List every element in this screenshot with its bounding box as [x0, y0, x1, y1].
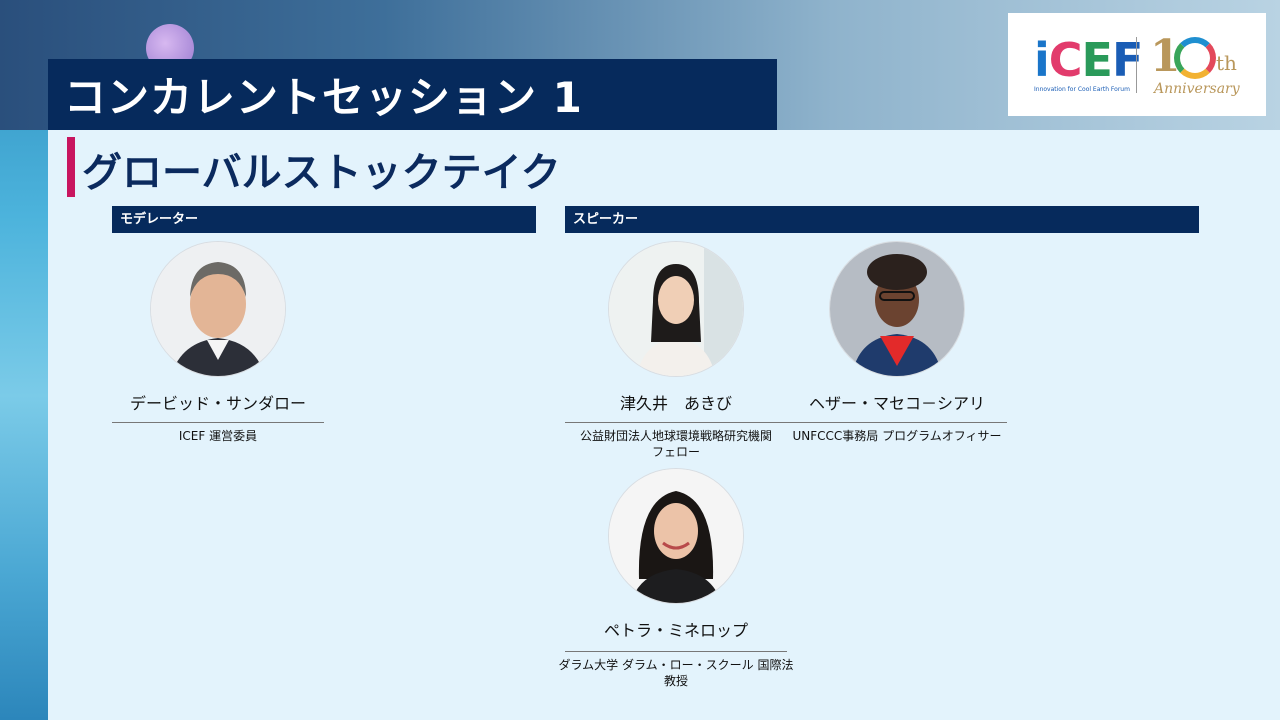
session-title: コンカレントセッション 1	[64, 73, 583, 122]
speaker-photo	[609, 242, 743, 376]
anniversary-ring-icon	[1174, 37, 1216, 79]
moderator-photo	[151, 242, 285, 376]
anniversary-suffix: th	[1216, 51, 1237, 75]
speaker-name: 津久井 あきび	[619, 394, 732, 413]
speaker-name: ペトラ・ミネロップ	[603, 621, 748, 640]
speaker-name: ヘザー・マセコ－シアリ	[808, 394, 985, 413]
logo-divider	[1136, 37, 1137, 93]
speaker-card: 津久井 あきび	[565, 242, 787, 413]
speaker-section-header: スピーカー	[565, 206, 1199, 233]
page-subtitle: グローバルストックテイク	[82, 150, 561, 196]
speaker-role-block: ダラム大学 ダラム・ロー・スクール 国際法 教授	[555, 645, 797, 689]
icef-logo: iCEF Innovation for Cool Earth Forum 1 t…	[1008, 13, 1266, 116]
speaker-card: ヘザー・マセコ－シアリ	[787, 242, 1007, 413]
subtitle-accent-mark	[67, 137, 75, 197]
moderator-role: ICEF 運営委員	[178, 429, 258, 443]
anniversary-word: Anniversary	[1154, 81, 1240, 97]
speaker-card: ペトラ・ミネロップ	[565, 469, 787, 640]
speaker-role: UNFCCC事務局 プログラムオフィサー	[792, 429, 1002, 443]
speaker-role: 公益財団法人地球環境戦略研究機関 フェロー	[579, 429, 772, 459]
moderator-name: デービッド・サンダロー	[129, 394, 306, 413]
moderator-section-header: モデレーター	[112, 206, 536, 233]
speaker-photo	[830, 242, 964, 376]
moderator-card: デービッド・サンダロー	[112, 242, 324, 413]
logo-tagline: Innovation for Cool Earth Forum	[1034, 86, 1130, 93]
speaker-role: ダラム大学 ダラム・ロー・スクール 国際法 教授	[558, 658, 794, 688]
speaker-photo	[609, 469, 743, 603]
session-title-bar: コンカレントセッション 1	[48, 59, 777, 130]
icef-wordmark: iCEF	[1034, 33, 1143, 87]
speaker-role-block: UNFCCC事務局 プログラムオフィサー	[787, 416, 1007, 444]
speaker-role-block: 公益財団法人地球環境戦略研究機関 フェロー	[565, 416, 787, 460]
moderator-role-block: ICEF 運営委員	[112, 416, 324, 444]
